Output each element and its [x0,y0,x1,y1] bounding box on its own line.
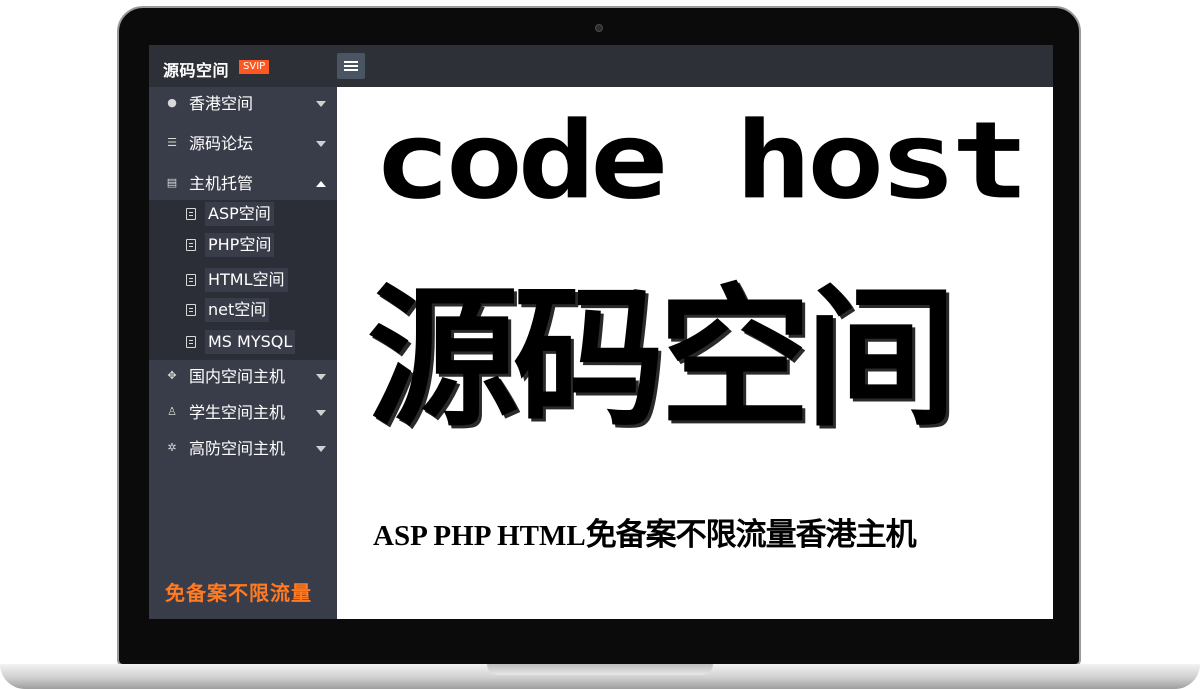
promo-text: 免备案不限流量 [165,581,312,605]
subline-english: ASP PHP HTML [373,520,586,552]
sidebar-item-host-hosting[interactable]: ▤ 主机托管 [149,167,337,201]
subline: ASP PHP HTML免备案不限流量香港主机 [373,509,1033,554]
sidebar-item-ddos-hosting[interactable]: ✲ 高防空间主机 [149,432,337,466]
file-icon [186,336,196,348]
globe-icon: ● [167,96,177,109]
hamburger-icon [344,61,358,63]
submenu-item-ms-mysql[interactable]: MS MYSQL [149,328,337,358]
file-icon [186,274,196,286]
sidebar-item-student-hosting[interactable]: ♙ 学生空间主机 [149,396,337,430]
user-icon: ♙ [167,405,177,418]
sidebar-item-label: 学生空间主机 [189,403,286,422]
main-banner: code host 源码空间 ASP PHP HTML免备案不限流量香港主机 [337,87,1053,619]
document-icon: ▤ [166,176,178,189]
webcam-icon [595,24,603,32]
file-icon [186,239,196,251]
submenu-item-label: ASP空间 [205,202,274,226]
chevron-up-icon [316,181,326,187]
submenu-item-label: PHP空间 [205,233,275,257]
chevron-down-icon [316,101,326,107]
file-icon [186,208,196,220]
expand-icon: ✥ [167,369,177,382]
sidebar-item-label: 主机托管 [189,174,254,193]
submenu-item-label: MS MYSQL [205,330,296,354]
sidebar-item-label: 源码论坛 [189,134,254,153]
menu-toggle-button[interactable] [337,53,365,79]
sidebar-item-label: 国内空间主机 [189,367,286,386]
sidebar-item-hk-hosting[interactable]: ● 香港空间 [149,87,337,121]
submenu-item-asp[interactable]: ASP空间 [149,200,337,230]
file-icon [186,304,196,316]
headline-english: code host [373,98,1029,223]
subline-chinese: 免备案不限流量香港主机 [585,517,917,553]
sliders-icon: ☰ [167,136,177,149]
submenu-item-label: net空间 [205,298,270,322]
site-logo[interactable]: 源码空间 [163,57,229,81]
sidebar: ● 香港空间 ☰ 源码论坛 ▤ 主机托管 ASP空间 PHP空间 HTML空间 … [149,87,337,619]
chevron-down-icon [316,141,326,147]
sidebar-item-source-forum[interactable]: ☰ 源码论坛 [149,127,337,161]
top-bar: 源码空间 SVIP [149,45,1053,87]
chevron-down-icon [316,374,326,380]
submenu-item-php[interactable]: PHP空间 [149,231,337,261]
submenu-host-hosting: ASP空间 PHP空间 HTML空间 net空间 MS MYSQL [149,200,337,360]
laptop-screen: 源码空间 SVIP ● 香港空间 ☰ 源码论坛 ▤ 主机托管 ASP空间 PHP… [149,45,1053,619]
headline-chinese: 源码空间 [367,270,957,447]
sidebar-item-label: 高防空间主机 [189,439,286,458]
submenu-item-html[interactable]: HTML空间 [149,266,337,296]
submenu-item-label: HTML空间 [205,268,288,292]
chevron-down-icon [316,446,326,452]
submenu-item-net[interactable]: net空间 [149,296,337,326]
sidebar-item-label: 香港空间 [189,94,254,113]
laptop-notch [487,664,713,675]
gear-icon: ✲ [167,441,177,454]
svip-badge: SVIP [239,60,270,74]
sidebar-item-domestic-hosting[interactable]: ✥ 国内空间主机 [149,360,337,394]
chevron-down-icon [316,410,326,416]
